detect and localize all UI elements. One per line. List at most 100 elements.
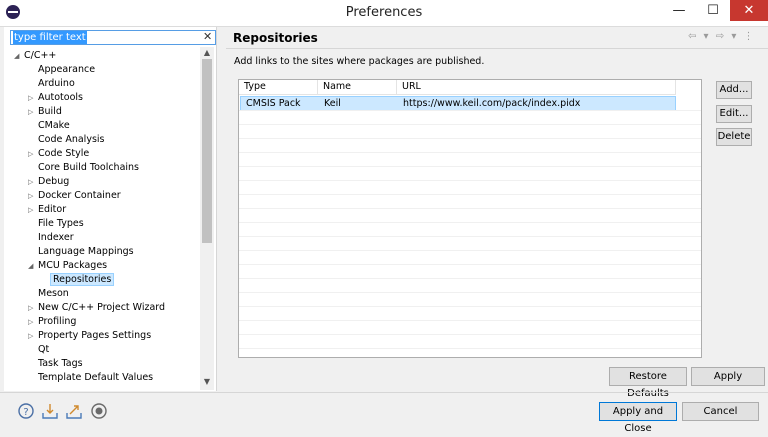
table-gridline	[239, 306, 701, 307]
tree-item[interactable]: Indexer	[14, 231, 200, 245]
import-icon[interactable]	[42, 403, 58, 419]
apply-button[interactable]: Apply	[691, 367, 765, 386]
table-gridline	[239, 236, 701, 237]
scroll-down-icon[interactable]: ▼	[202, 377, 212, 386]
tree-item-label: Qt	[38, 344, 50, 355]
tree-item-label: Property Pages Settings	[38, 330, 152, 341]
cell-url: https://www.keil.com/pack/index.pidx	[403, 98, 581, 109]
tree-item[interactable]: Template Default Values	[14, 371, 200, 385]
page-title: Repositories	[233, 31, 318, 45]
tree-item-label: File Types	[38, 218, 84, 229]
column-header-url[interactable]: URL	[397, 80, 676, 95]
tree-item-label: Editor	[38, 204, 67, 215]
apply-and-close-button[interactable]: Apply and Close	[599, 402, 677, 434]
expand-icon[interactable]: ▷	[28, 105, 38, 119]
expand-icon[interactable]: ▷	[28, 315, 38, 329]
tree-item-label: Task Tags	[38, 358, 83, 369]
table-gridline	[239, 250, 701, 251]
table-gridline	[239, 166, 701, 167]
column-header-type[interactable]: Type	[239, 80, 318, 95]
preference-tree: ◢ C/C++ Appearance Arduino ▷ Autotools ▷ Build…	[14, 49, 200, 385]
table-row[interactable]: CMSIS Pack Keil https://www.keil.com/pac…	[240, 96, 676, 111]
tree-item-label: Template Default Values	[38, 372, 154, 383]
header-divider	[226, 48, 768, 49]
tree-item-label: Appearance	[38, 64, 96, 75]
expand-icon[interactable]: ◢	[14, 49, 24, 63]
scroll-up-icon[interactable]: ▲	[202, 48, 212, 57]
cell-type: CMSIS Pack	[246, 98, 301, 109]
clear-filter-icon[interactable]: ✕	[203, 30, 212, 43]
expand-icon[interactable]: ▷	[28, 175, 38, 189]
tree-item-label: Meson	[38, 288, 69, 299]
tree-item-label: Core Build Toolchains	[38, 162, 140, 173]
expand-icon[interactable]: ▷	[28, 203, 38, 217]
maximize-button[interactable]: ☐	[698, 0, 728, 21]
title-bar: Preferences — ☐ ✕	[0, 0, 768, 27]
tree-item-label: MCU Packages	[38, 260, 108, 271]
help-icon[interactable]: ?	[18, 403, 34, 419]
record-icon[interactable]	[91, 403, 107, 419]
expand-icon[interactable]: ◢	[28, 259, 38, 273]
tree-item[interactable]: Meson	[14, 287, 200, 301]
edit-button[interactable]: Edit...	[716, 105, 752, 123]
restore-defaults-button[interactable]: Restore Defaults	[609, 367, 687, 399]
tree-item-label: Language Mappings	[38, 246, 134, 257]
tree-item-label: Debug	[38, 176, 70, 187]
table-gridline	[239, 292, 701, 293]
expand-icon[interactable]: ▷	[28, 189, 38, 203]
scrollbar-thumb[interactable]	[202, 59, 212, 243]
tree-item[interactable]: ▷ Autotools	[14, 91, 200, 105]
tree-item[interactable]: ▷ New C/C++ Project Wizard	[14, 301, 200, 315]
table-gridline	[239, 138, 701, 139]
navigation-arrows-icon[interactable]: ⇦ ▾ ⇨ ▾ ⋮	[688, 31, 756, 42]
table-gridline	[239, 278, 701, 279]
tree-scrollbar[interactable]: ▲ ▼	[200, 47, 214, 390]
tree-item[interactable]: Appearance	[14, 63, 200, 77]
tree-item-label: Indexer	[38, 232, 74, 243]
tree-item[interactable]: ▷ Property Pages Settings	[14, 329, 200, 343]
tree-item[interactable]: ▷ Build	[14, 105, 200, 119]
delete-button[interactable]: Delete	[716, 128, 752, 146]
tree-item[interactable]: CMake	[14, 119, 200, 133]
tree-item[interactable]: Task Tags	[14, 357, 200, 371]
tree-item[interactable]: Qt	[14, 343, 200, 357]
tree-item[interactable]: Repositories	[14, 273, 200, 287]
tree-item[interactable]: ▷ Profiling	[14, 315, 200, 329]
table-gridline	[239, 110, 701, 111]
tree-item-label: Code Style	[38, 148, 90, 159]
table-gridline	[239, 180, 701, 181]
column-header-name[interactable]: Name	[318, 80, 397, 95]
expand-icon[interactable]: ▷	[28, 329, 38, 343]
minimize-button[interactable]: —	[664, 0, 694, 21]
table-gridline	[239, 124, 701, 125]
add-button[interactable]: Add...	[716, 81, 752, 99]
close-button[interactable]: ✕	[730, 0, 768, 21]
tree-item[interactable]: ▷ Code Style	[14, 147, 200, 161]
tree-item[interactable]: Core Build Toolchains	[14, 161, 200, 175]
tree-item[interactable]: ◢ MCU Packages	[14, 259, 200, 273]
table-gridline	[239, 320, 701, 321]
tree-item[interactable]: ▷ Editor	[14, 203, 200, 217]
tree-item[interactable]: File Types	[14, 217, 200, 231]
tree-item[interactable]: ▷ Debug	[14, 175, 200, 189]
table-gridline	[239, 152, 701, 153]
export-icon[interactable]	[66, 403, 82, 419]
tree-item[interactable]: Arduino	[14, 77, 200, 91]
tree-item-label: Profiling	[38, 316, 77, 327]
footer-divider	[0, 392, 768, 393]
filter-text: type filter text	[13, 31, 87, 44]
cancel-button[interactable]: Cancel	[682, 402, 759, 421]
tree-item[interactable]: Language Mappings	[14, 245, 200, 259]
filter-input[interactable]: type filter text ✕	[10, 30, 216, 45]
expand-icon[interactable]: ▷	[28, 91, 38, 105]
table-gridline	[239, 222, 701, 223]
tree-item-cpp[interactable]: ◢ C/C++	[14, 49, 200, 63]
expand-icon[interactable]: ▷	[28, 301, 38, 315]
expand-icon[interactable]: ▷	[28, 147, 38, 161]
svg-text:?: ?	[23, 407, 28, 418]
page-description: Add links to the sites where packages ar…	[234, 56, 485, 67]
repositories-table[interactable]: Type Name URL CMSIS Pack Keil https://ww…	[238, 79, 702, 358]
tree-item[interactable]: ▷ Docker Container	[14, 189, 200, 203]
tree-item[interactable]: Code Analysis	[14, 133, 200, 147]
cell-name: Keil	[324, 98, 341, 109]
